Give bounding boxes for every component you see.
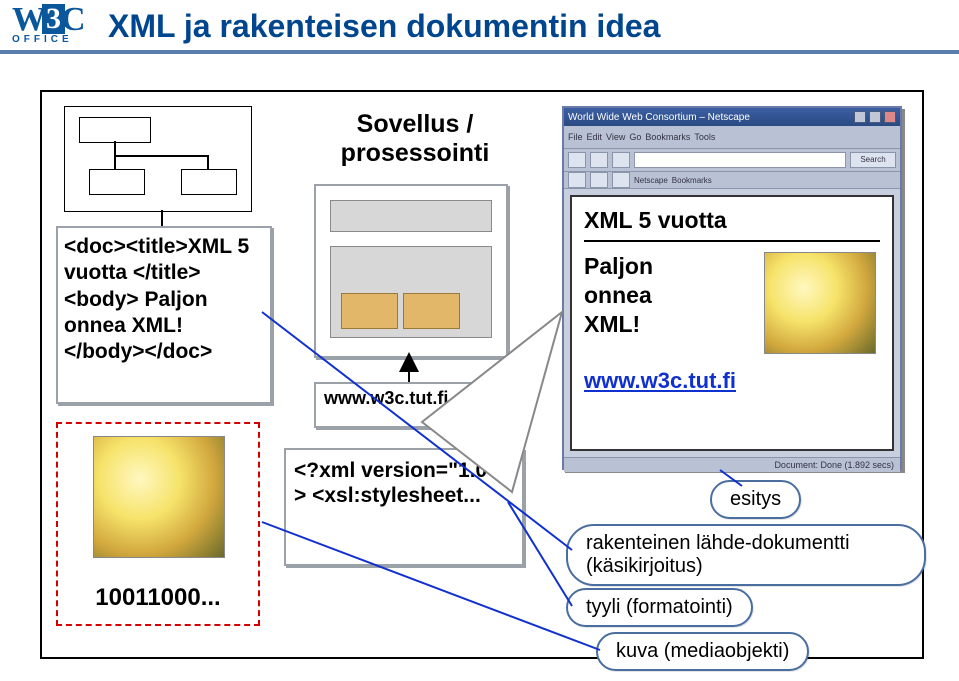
xml-source-code: <doc><title>XML 5 vuotta </title> <body>… (64, 234, 264, 365)
rendered-body: Paljon onnea XML! (584, 252, 704, 338)
process-label: Sovellus / prosessointi (320, 110, 510, 168)
rendered-rose-image (764, 252, 876, 354)
w3c-office-logo: W3C OFFICE (12, 4, 100, 50)
process-url: www.w3c.tut.fi (324, 388, 448, 408)
mail-icon[interactable] (590, 172, 608, 188)
search-button[interactable]: Search (850, 152, 896, 168)
xsl-style-code: <?xml version="1.0"?> <xsl:stylesheet... (294, 458, 514, 508)
binary-value: 10011000... (58, 584, 258, 612)
xsl-style-box: <?xml version="1.0"?> <xsl:stylesheet... (284, 448, 524, 566)
browser-statusbar: Document: Done (1.892 secs) (564, 457, 900, 472)
callout-esitys: esitys (710, 480, 801, 519)
rendered-heading: XML 5 vuotta (584, 207, 880, 234)
process-swatch (341, 293, 398, 329)
forward-icon[interactable] (590, 152, 608, 168)
media-binary-box: 10011000... (56, 422, 260, 626)
status-right: Document: Done (1.892 secs) (774, 460, 894, 470)
xml-source-box: <doc><title>XML 5 vuotta </title> <body>… (56, 226, 272, 404)
stage: W3C OFFICE XML ja rakenteisen dokumentin… (0, 0, 959, 681)
rendered-rule (584, 240, 880, 242)
process-stub (330, 200, 492, 232)
radio-icon[interactable] (612, 172, 630, 188)
rendered-page: XML 5 vuotta Paljon onnea XML! www.w3c.t… (570, 195, 894, 451)
diagram-canvas: <doc><title>XML 5 vuotta </title> <body>… (40, 90, 924, 659)
close-icon[interactable] (884, 111, 896, 123)
process-url-box: www.w3c.tut.fi (314, 382, 524, 428)
browser-window: World Wide Web Consortium – Netscape Fil… (562, 106, 902, 470)
process-window (314, 184, 508, 358)
rose-image (93, 436, 225, 558)
page-title: XML ja rakenteisen dokumentin idea (108, 8, 660, 45)
schematic-node (181, 169, 237, 195)
reload-icon[interactable] (612, 152, 630, 168)
header-rule (0, 50, 959, 54)
max-icon[interactable] (869, 111, 881, 123)
address-bar[interactable] (634, 152, 846, 168)
home-icon[interactable] (568, 172, 586, 188)
browser-linkbar: Netscape Bookmarks (564, 172, 900, 189)
browser-toolbar: Search (564, 149, 900, 172)
callout-tyyli: tyyli (formatointi) (566, 588, 753, 627)
callout-kuva: kuva (mediaobjekti) (596, 632, 809, 671)
min-icon[interactable] (854, 111, 866, 123)
process-swatch (403, 293, 460, 329)
back-icon[interactable] (568, 152, 586, 168)
process-stub (330, 246, 492, 338)
browser-titlebar: World Wide Web Consortium – Netscape (564, 108, 900, 126)
rendered-link[interactable]: www.w3c.tut.fi (584, 368, 880, 394)
callout-rakenteinen: rakenteinen lähde-dokumentti (käsikirjoi… (566, 524, 926, 586)
schematic-node (89, 169, 145, 195)
browser-menubar: FileEditViewGoBookmarksTools (564, 126, 900, 149)
logo-subtext: OFFICE (12, 34, 100, 45)
structure-schematic (64, 106, 252, 212)
browser-title: World Wide Web Consortium – Netscape (568, 112, 851, 123)
schematic-node (79, 117, 151, 143)
